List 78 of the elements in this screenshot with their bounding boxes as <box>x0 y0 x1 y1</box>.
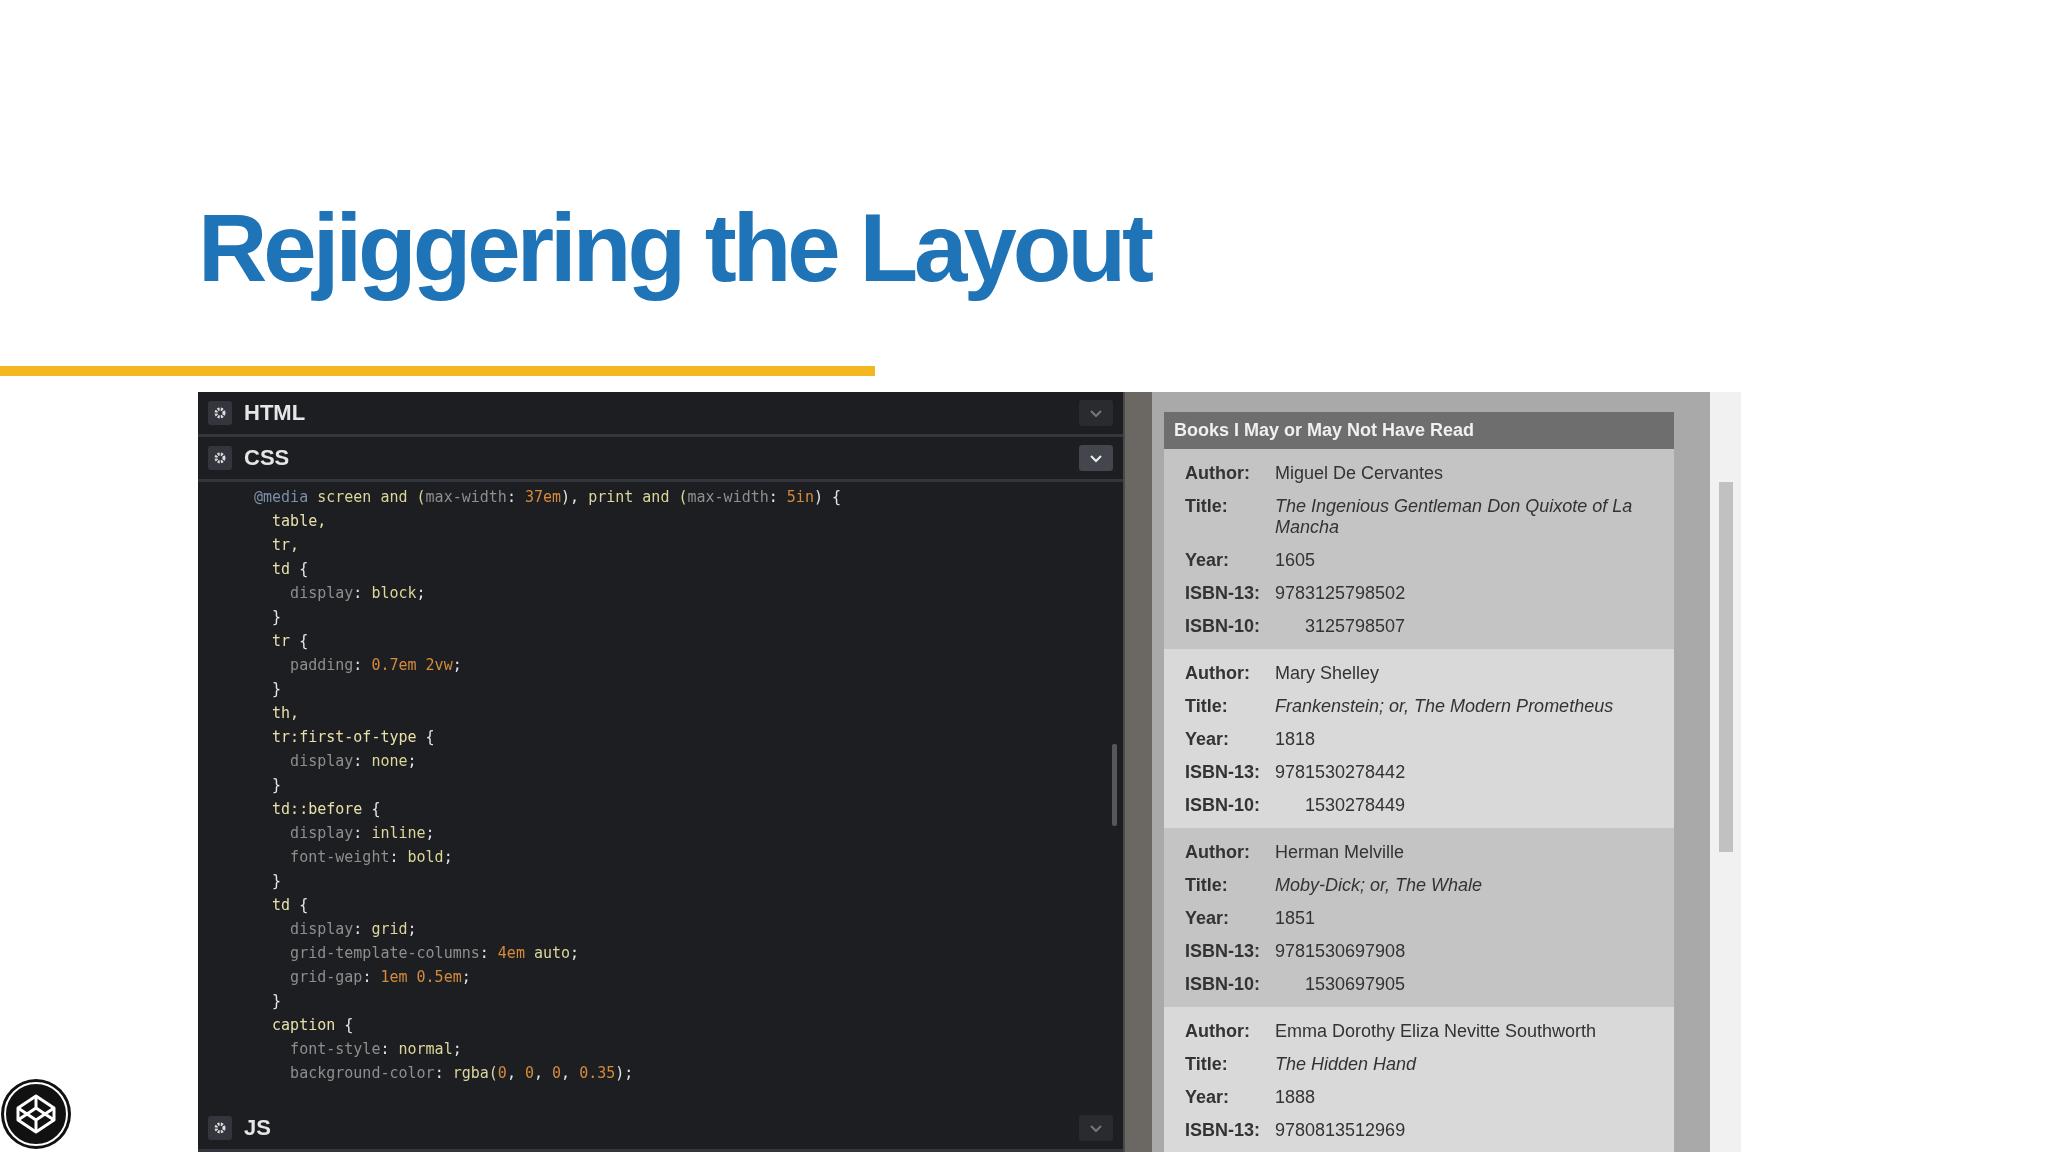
field-label: ISBN-13: <box>1185 762 1261 783</box>
field-value: The Ingenious Gentleman Don Quixote of La Mancha <box>1275 496 1634 538</box>
chevron-down-icon <box>1089 1123 1103 1133</box>
field-label: ISBN-10: <box>1185 795 1261 816</box>
field-label: Year: <box>1185 908 1231 929</box>
code-line: display: none; <box>289 751 418 772</box>
scrollbar[interactable] <box>1710 392 1741 1152</box>
code-line: display: grid; <box>289 919 418 940</box>
code-line: } <box>271 679 283 700</box>
field-label: ISBN-13: <box>1185 1120 1261 1141</box>
code-line: display: inline; <box>289 823 436 844</box>
panel-title: CSS <box>244 445 291 471</box>
code-line: } <box>271 775 283 796</box>
panel-title: JS <box>244 1115 272 1141</box>
field-label: Title: <box>1185 496 1229 518</box>
field-value: 1530278449 <box>1304 795 1407 816</box>
code-line: background-color: rgba(0, 0, 0, 0.35); <box>289 1063 635 1084</box>
code-line: font-style: normal; <box>289 1039 463 1060</box>
field-value: 1605 <box>1275 550 1317 571</box>
field-value: 9781530278442 <box>1275 762 1407 783</box>
field-value: 9783125798502 <box>1275 583 1407 604</box>
code-line: grid-template-columns: 4em auto; <box>289 943 581 964</box>
code-line: table, <box>271 511 328 532</box>
field-label: Author: <box>1185 1021 1251 1042</box>
field-value: Frankenstein; or, The Modern Prometheus <box>1275 696 1615 717</box>
code-line: } <box>271 871 283 892</box>
collapse-button[interactable] <box>1079 400 1113 426</box>
field-value: 1851 <box>1275 908 1317 929</box>
field-value: Herman Melville <box>1275 842 1406 863</box>
field-label: ISBN-13: <box>1185 583 1261 604</box>
settings-icon[interactable] <box>208 401 232 425</box>
field-value: Emma Dorothy Eliza Nevitte Southworth <box>1275 1021 1598 1042</box>
code-line: tr:first-of-type { <box>271 727 436 748</box>
settings-icon[interactable] <box>208 1116 232 1140</box>
code-line: grid-gap: 1em 0.5em; <box>289 967 472 988</box>
field-label: Title: <box>1185 875 1229 896</box>
field-value: Mary Shelley <box>1275 663 1381 684</box>
field-value: 9781530697908 <box>1275 941 1407 962</box>
field-value: 3125798507 <box>1304 616 1407 637</box>
code-line: @media screen and (max-width: 37em), print and (max-width: 5in) { <box>254 487 843 508</box>
code-line: padding: 0.7em 2vw; <box>289 655 463 676</box>
field-label: Year: <box>1185 1087 1231 1108</box>
code-line: caption { <box>271 1015 355 1036</box>
field-value: Moby-Dick; or, The Whale <box>1275 875 1484 896</box>
table-caption: Books I May or May Not Have Read <box>1164 412 1674 449</box>
field-value: Miguel De Cervantes <box>1275 463 1445 484</box>
field-label: Year: <box>1185 729 1231 750</box>
code-line: display: block; <box>289 583 427 604</box>
field-label: Title: <box>1185 696 1229 717</box>
field-value: The Hidden Hand <box>1275 1054 1418 1075</box>
field-label: ISBN-13: <box>1185 941 1261 962</box>
code-line: tr, <box>271 535 301 556</box>
field-value: 1530697905 <box>1304 974 1407 995</box>
code-line: td { <box>271 895 310 916</box>
settings-icon[interactable] <box>208 446 232 470</box>
field-label: Author: <box>1185 663 1251 684</box>
code-line: tr { <box>271 631 310 652</box>
chevron-down-icon <box>1089 453 1103 463</box>
field-value: 9780813512969 <box>1275 1120 1407 1141</box>
collapse-button[interactable] <box>1079 445 1113 471</box>
code-line: } <box>271 991 283 1012</box>
field-label: Author: <box>1185 463 1251 484</box>
field-label: ISBN-10: <box>1185 974 1261 995</box>
code-line: td { <box>271 559 310 580</box>
code-line: font-weight: bold; <box>289 847 454 868</box>
code-line: } <box>271 607 283 628</box>
panel-title: HTML <box>244 400 307 426</box>
code-line: th, <box>271 703 301 724</box>
field-label: Title: <box>1185 1054 1229 1075</box>
collapse-button[interactable] <box>1079 1115 1113 1141</box>
field-label: Year: <box>1185 550 1231 571</box>
field-value: 1818 <box>1275 729 1317 750</box>
field-label: ISBN-10: <box>1185 616 1261 637</box>
chevron-down-icon <box>1089 408 1103 418</box>
code-line: td::before { <box>271 799 382 820</box>
slide-title: Rejiggering the Layout <box>198 193 1151 303</box>
field-value: 1888 <box>1275 1087 1317 1108</box>
field-label: Author: <box>1185 842 1251 863</box>
